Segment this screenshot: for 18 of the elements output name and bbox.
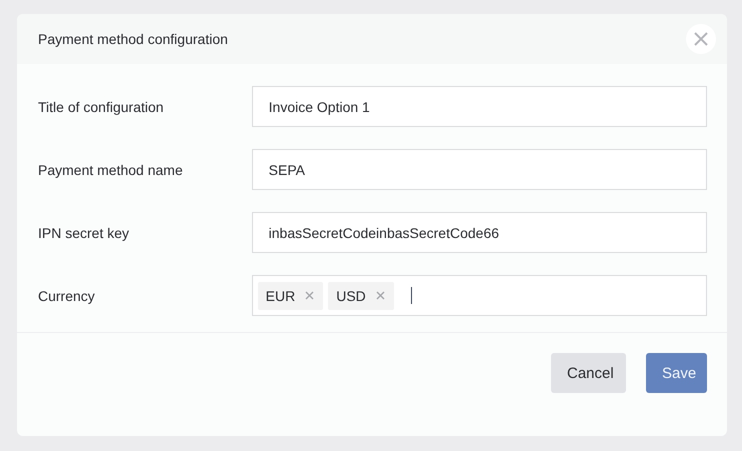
field-label: Currency — [38, 288, 96, 304]
close-button[interactable] — [686, 24, 716, 54]
field-label: Title of configuration — [38, 98, 165, 114]
remove-icon[interactable] — [376, 291, 385, 300]
tag-input-field[interactable]: EUR USD — [252, 275, 707, 316]
field-label: Payment method name — [38, 162, 184, 178]
save-button[interactable]: Save — [646, 353, 707, 393]
cancel-button[interactable]: Cancel — [551, 353, 626, 393]
tag-label: USD — [336, 288, 366, 304]
close-icon — [694, 32, 708, 46]
input-field[interactable]: Invoice Option 1 — [252, 86, 707, 127]
dialog-title: Payment method configuration — [38, 31, 228, 47]
input-field[interactable]: SEPA — [252, 149, 707, 190]
text-cursor — [410, 287, 412, 304]
input-field[interactable]: inbasSecretCodeinbasSecretCode66 — [252, 212, 707, 253]
tag-label: EUR — [266, 288, 296, 304]
remove-icon[interactable] — [305, 291, 314, 300]
field-label: IPN secret key — [38, 224, 130, 240]
